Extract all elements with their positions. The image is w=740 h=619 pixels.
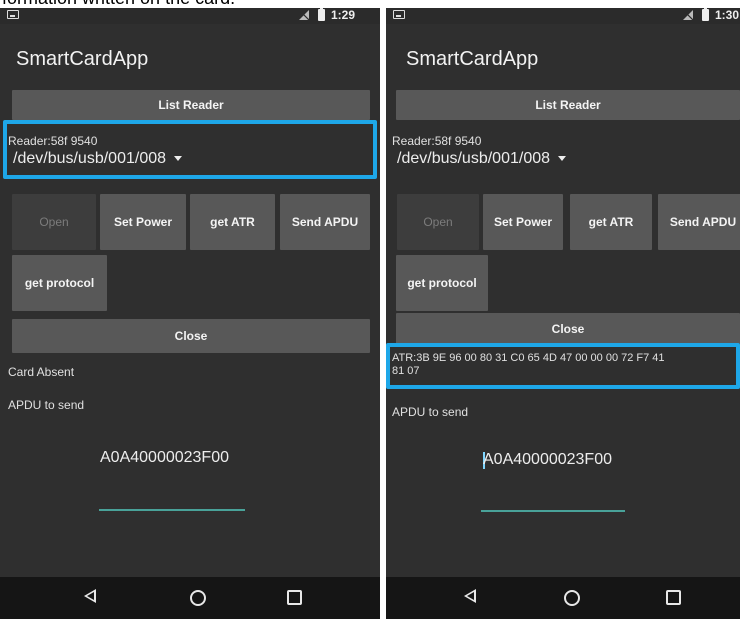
navigation-bar [0, 577, 380, 619]
apdu-input[interactable]: A0A40000023F00 [483, 451, 612, 469]
status-bar: 1:30 [386, 8, 740, 24]
get-atr-button[interactable]: get ATR [190, 194, 275, 250]
phone-screen-left: 1:29 SmartCardApp List Reader Reader:58f… [0, 8, 380, 619]
battery-icon [702, 8, 709, 21]
phone-screen-right: 1:30 SmartCardApp List Reader Reader:58f… [386, 8, 740, 619]
close-button[interactable]: Close [396, 313, 740, 344]
app-title: SmartCardApp [16, 48, 149, 70]
apdu-label: APDU to send [8, 398, 85, 412]
get-atr-button[interactable]: get ATR [570, 194, 652, 250]
set-power-button[interactable]: Set Power [100, 194, 186, 250]
notification-icon [7, 10, 19, 19]
open-button[interactable]: Open [397, 194, 479, 250]
home-icon[interactable] [564, 590, 580, 606]
send-apdu-button[interactable]: Send APDU [280, 194, 370, 250]
send-apdu-button[interactable]: Send APDU [658, 194, 740, 250]
navigation-bar [386, 577, 740, 619]
highlight-box-atr [386, 343, 740, 389]
dropdown-arrow-icon [558, 156, 567, 162]
no-sim-icon [299, 10, 309, 20]
apdu-input-underline [99, 509, 245, 511]
highlight-box-reader [3, 120, 377, 179]
status-time: 1:29 [331, 8, 356, 22]
status-time: 1:30 [715, 8, 740, 22]
reader-label: Reader:58f 9540 [392, 134, 482, 148]
status-bar: 1:29 [0, 8, 380, 24]
set-power-button[interactable]: Set Power [483, 194, 563, 250]
apdu-label: APDU to send [392, 405, 469, 419]
app-title: SmartCardApp [406, 48, 539, 70]
battery-icon [318, 8, 325, 21]
apdu-input[interactable]: A0A40000023F00 [100, 449, 229, 467]
close-button[interactable]: Close [12, 319, 370, 353]
recents-icon[interactable] [666, 590, 681, 605]
get-protocol-button[interactable]: get protocol [396, 255, 488, 311]
apdu-input-underline [481, 510, 625, 512]
recents-icon[interactable] [287, 590, 302, 605]
list-reader-button[interactable]: List Reader [396, 90, 740, 120]
no-sim-icon [683, 10, 693, 20]
notification-icon [393, 10, 405, 19]
open-button[interactable]: Open [12, 194, 96, 250]
back-icon[interactable] [84, 589, 96, 603]
get-protocol-button[interactable]: get protocol [12, 255, 107, 311]
list-reader-button[interactable]: List Reader [12, 90, 370, 120]
card-status-text: Card Absent [8, 365, 75, 379]
home-icon[interactable] [190, 590, 206, 606]
back-icon[interactable] [464, 589, 476, 603]
reader-device-text: /dev/bus/usb/001/008 [397, 150, 551, 167]
reader-spinner[interactable]: /dev/bus/usb/001/008 [397, 150, 567, 168]
